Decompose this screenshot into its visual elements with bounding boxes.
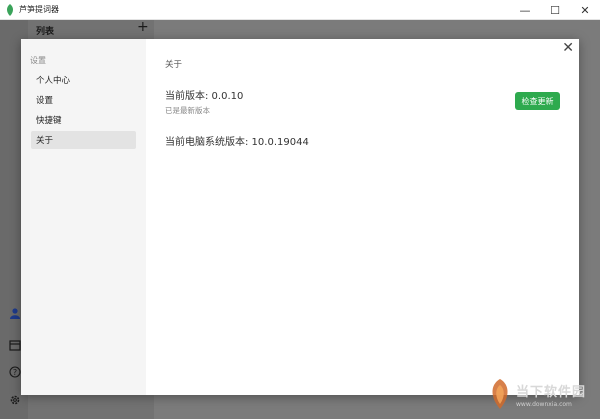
modal-close-icon[interactable]: ✕ — [562, 41, 574, 55]
check-update-button[interactable]: 检查更新 — [515, 92, 560, 110]
sidebar-item-shortcuts[interactable]: 快捷键 — [31, 111, 136, 129]
maximize-button[interactable]: ☐ — [540, 0, 570, 20]
window-titlebar: 芦笋提词器 — ☐ ✕ — [0, 0, 600, 20]
minimize-button[interactable]: — — [510, 0, 540, 20]
help-icon[interactable]: ? — [8, 365, 22, 379]
os-version: 当前电脑系统版本: 10.0.19044 — [165, 137, 309, 148]
window-close-button[interactable]: ✕ — [570, 0, 600, 20]
watermark-text: 当下软件园 www.downxia.com — [516, 381, 586, 408]
version-row: 当前版本: 0.0.10 已是最新版本 检查更新 — [165, 87, 560, 117]
settings-icon[interactable] — [8, 393, 22, 407]
sidebar-item-settings[interactable]: 设置 — [31, 91, 136, 109]
about-panel: 关于 当前版本: 0.0.10 已是最新版本 检查更新 当前电脑系统版本: 10… — [146, 39, 579, 395]
settings-sidebar: 设置 个人中心 设置 快捷键 关于 — [21, 39, 146, 395]
window-controls: — ☐ ✕ — [510, 0, 600, 20]
watermark-logo-icon — [492, 379, 508, 409]
sidebar-item-about[interactable]: 关于 — [31, 131, 136, 149]
add-list-button[interactable]: + — [137, 19, 149, 35]
watermark-name: 当下软件园 — [516, 384, 587, 400]
sidebar-item-profile[interactable]: 个人中心 — [31, 71, 136, 89]
current-version: 当前版本: 0.0.10 — [165, 91, 244, 102]
watermark-url: www.downxia.com — [516, 400, 572, 408]
watermark: 当下软件园 www.downxia.com — [487, 373, 597, 415]
app-logo-icon — [7, 3, 13, 16]
settings-modal: 设置 个人中心 设置 快捷键 关于 关于 当前版本: 0.0.10 已是最新版本… — [21, 39, 579, 395]
section-title: 关于 — [165, 60, 183, 70]
list-title: 列表 — [36, 27, 55, 37]
svg-text:?: ? — [13, 368, 17, 377]
sidebar-heading: 设置 — [30, 56, 46, 65]
latest-version-note: 已是最新版本 — [165, 106, 210, 115]
window-title: 芦笋提词器 — [19, 5, 59, 14]
calendar-icon[interactable] — [8, 338, 22, 352]
user-icon[interactable] — [8, 306, 22, 320]
